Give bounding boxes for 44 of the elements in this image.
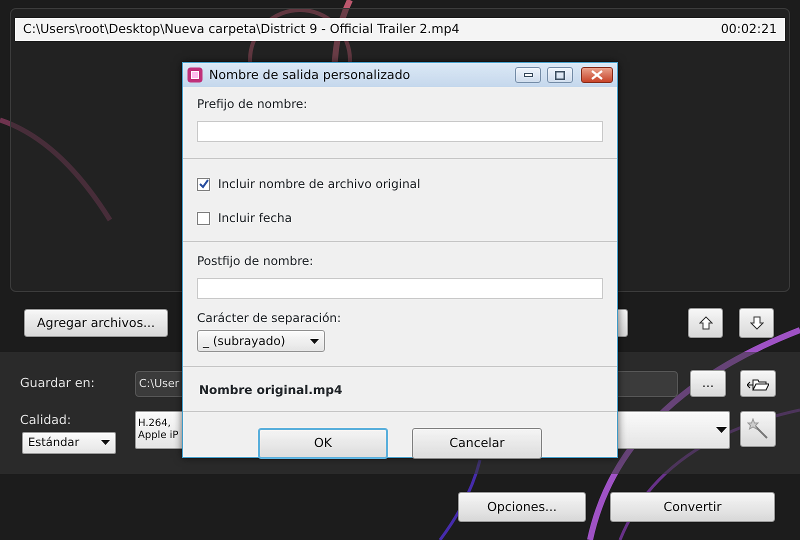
prefix-label: Prefijo de nombre: — [197, 96, 308, 113]
open-folder-button[interactable] — [740, 370, 776, 397]
quality-dropdown[interactable]: Estándar — [22, 432, 116, 454]
magic-wand-icon — [747, 418, 769, 440]
dropdown-arrow-icon — [716, 427, 727, 433]
dialog-title: Nombre de salida personalizado — [209, 66, 412, 84]
profile-text: H.264, — [138, 418, 172, 430]
checkbox[interactable] — [197, 212, 210, 224]
minimize-icon — [524, 73, 532, 77]
dropdown-arrow-icon — [310, 338, 319, 344]
close-icon — [591, 70, 603, 80]
ok-button[interactable]: OK — [258, 428, 388, 459]
dropdown-arrow-icon — [101, 440, 110, 446]
app-icon — [187, 67, 203, 83]
postfix-label: Postfijo de nombre: — [197, 253, 314, 270]
profile-text: Apple iP — [138, 430, 178, 442]
file-row[interactable]: C:\Users\root\Desktop\Nueva carpeta\District 9 - Official Trailer 2.mp4 00:02:21 — [15, 18, 785, 41]
output-name-preview: Nombre original.mp4 — [199, 382, 344, 399]
checkbox[interactable] — [197, 178, 210, 190]
minimize-button[interactable] — [515, 67, 541, 83]
move-down-button[interactable] — [739, 308, 774, 338]
file-duration: 00:02:21 — [720, 20, 777, 38]
close-button[interactable] — [581, 67, 613, 83]
up-arrow-icon — [698, 316, 712, 330]
quality-label: Calidad: — [20, 411, 72, 429]
cancel-button[interactable]: Cancelar — [412, 428, 542, 459]
separator-dropdown[interactable]: _ (subrayado) — [197, 330, 325, 352]
options-button[interactable]: Opciones... — [458, 492, 586, 522]
file-path: C:\Users\root\Desktop\Nueva carpeta\District 9 - Official Trailer 2.mp4 — [23, 20, 460, 38]
move-up-button[interactable] — [688, 308, 723, 338]
convert-button[interactable]: Convertir — [610, 492, 775, 522]
save-label: Guardar en: — [20, 374, 96, 392]
maximize-icon — [555, 70, 565, 80]
add-files-button[interactable]: Agregar archivos... — [24, 309, 168, 337]
magic-wand-button[interactable] — [740, 411, 776, 447]
maximize-button[interactable] — [547, 67, 573, 83]
prefix-input[interactable] — [197, 121, 603, 142]
checkbox-label: Incluir nombre de archivo original — [218, 176, 420, 193]
postfix-input[interactable] — [197, 278, 603, 299]
browse-button[interactable]: ... — [690, 370, 726, 397]
checkbox-label: Incluir fecha — [218, 210, 292, 227]
separator-label: Carácter de separación: — [197, 310, 342, 327]
folder-icon — [747, 376, 769, 390]
down-arrow-icon — [750, 316, 764, 330]
